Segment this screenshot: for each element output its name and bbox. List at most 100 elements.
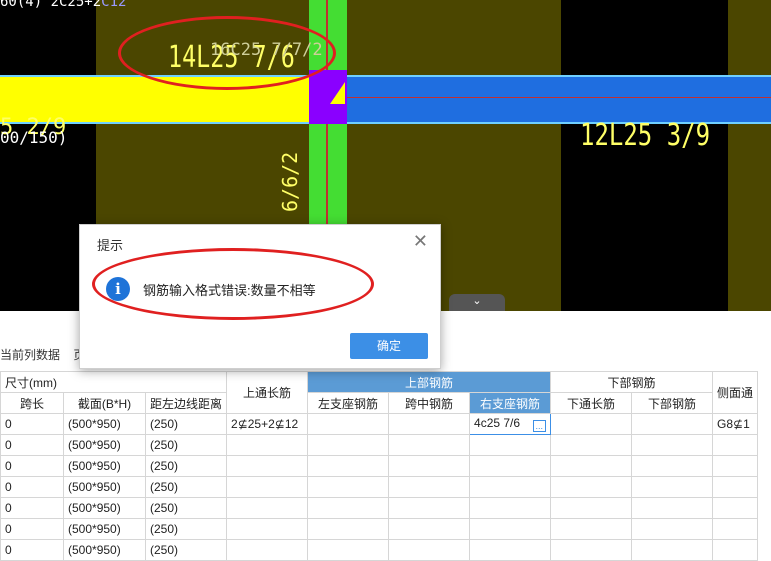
table-row[interactable]: 0 (500*950) (250) [0,434,759,456]
cell-side[interactable] [712,539,759,561]
cell-mid[interactable] [388,413,471,435]
blue-beam[interactable] [330,75,771,124]
cell-right[interactable]: 4c25 7/6... [469,413,552,435]
cell-top-through[interactable] [226,539,309,561]
cell-side[interactable] [712,455,759,477]
col-section-header[interactable]: 截面(B*H) [63,392,146,414]
cell-bot[interactable] [631,518,714,540]
cell-top-through[interactable] [226,434,309,456]
table-row[interactable]: 0 (500*950) (250) [0,539,759,561]
bottom-rebar-group-header[interactable]: 下部钢筋 [550,371,714,393]
cell-top-through[interactable] [226,518,309,540]
col-bottom-rebar-header[interactable]: 下部钢筋 [631,392,714,414]
cell-mid[interactable] [388,518,471,540]
cell-span[interactable]: 0 [0,539,64,561]
header-row-2: 跨长 截面(B*H) 距左边线距离 左支座钢筋 跨中钢筋 右支座钢筋 下通长筋 … [0,392,758,414]
cell-bot[interactable] [631,539,714,561]
cell-section[interactable]: (500*950) [63,434,146,456]
cell-span[interactable]: 0 [0,455,64,477]
top-rebar-group-header[interactable]: 上部钢筋 [307,371,552,393]
cell-span[interactable]: 0 [0,497,64,519]
cell-top-through[interactable] [226,497,309,519]
cell-right[interactable] [469,476,552,498]
cell-right[interactable] [469,539,552,561]
cell-left[interactable] [307,518,390,540]
col-dist-header[interactable]: 距左边线距离 [144,392,228,414]
collapse-tab[interactable]: ⌄ [449,294,505,311]
cell-mid[interactable] [388,476,471,498]
cell-bot[interactable] [631,497,714,519]
cell-right[interactable] [469,455,552,477]
cell-dist[interactable]: (250) [144,455,228,477]
col-midspan-header[interactable]: 跨中钢筋 [388,392,471,414]
beam-center-line [330,97,771,98]
cell-side[interactable] [712,434,759,456]
cell-top-through[interactable]: 2⊈25+2⊈12 [226,413,309,435]
table-row[interactable]: 0 (500*950) (250) 2⊈25+2⊈12 4c25 7/6... G8⊈1 [0,413,759,435]
table-row[interactable]: 0 (500*950) (250) [0,518,759,540]
right-support-value[interactable]: 4c25 7/6 [474,416,520,430]
cell-span[interactable]: 0 [0,518,64,540]
cell-section[interactable]: (500*950) [63,455,146,477]
cell-span[interactable]: 0 [0,413,64,435]
cell-right[interactable] [469,497,552,519]
cell-section[interactable]: (500*950) [63,518,146,540]
cell-section[interactable]: (500*950) [63,497,146,519]
table-row[interactable]: 0 (500*950) (250) [0,455,759,477]
cell-left[interactable] [307,455,390,477]
cell-left[interactable] [307,434,390,456]
cell-side[interactable] [712,497,759,519]
cell-bot-through[interactable] [550,413,633,435]
cell-bot[interactable] [631,413,714,435]
cell-right[interactable] [469,434,552,456]
cell-dist[interactable]: (250) [144,539,228,561]
side-group-header[interactable]: 侧面通 [712,371,759,414]
cell-bot-through[interactable] [550,539,633,561]
cell-right[interactable] [469,518,552,540]
cell-dist[interactable]: (250) [144,434,228,456]
cell-bot[interactable] [631,455,714,477]
col-span-header[interactable]: 跨长 [0,392,64,414]
cell-dist[interactable]: (250) [144,497,228,519]
cell-bot[interactable] [631,476,714,498]
cell-edit-button[interactable]: ... [532,420,547,432]
size-group-header: 尺寸(mm) [0,371,228,393]
table-row[interactable]: 0 (500*950) (250) [0,476,759,498]
cell-bot-through[interactable] [550,476,633,498]
ok-button[interactable]: 确定 [350,333,428,359]
cell-bot-through[interactable] [550,497,633,519]
cell-mid[interactable] [388,497,471,519]
cell-bot-through[interactable] [550,455,633,477]
cell-side[interactable]: G8⊈1 [712,413,759,435]
cell-top-through[interactable] [226,455,309,477]
top-through-header[interactable]: 上通长筋 [226,371,309,414]
cell-left[interactable] [307,476,390,498]
cell-section[interactable]: (500*950) [63,413,146,435]
cell-dist[interactable]: (250) [144,476,228,498]
cell-mid[interactable] [388,539,471,561]
table-row[interactable]: 0 (500*950) (250) [0,497,759,519]
toolbar-current-column[interactable]: 当前列数据 [0,348,60,362]
cell-bot-through[interactable] [550,518,633,540]
cell-dist[interactable]: (250) [144,413,228,435]
cell-section[interactable]: (500*950) [63,476,146,498]
cell-bot[interactable] [631,434,714,456]
cell-left[interactable] [307,539,390,561]
cell-span[interactable]: 0 [0,434,64,456]
col-bottom-through-header[interactable]: 下通长筋 [550,392,633,414]
cell-section[interactable]: (500*950) [63,539,146,561]
cell-left[interactable] [307,413,390,435]
cell-side[interactable] [712,476,759,498]
cell-dist[interactable]: (250) [144,518,228,540]
col-right-support-header[interactable]: 右支座钢筋 [469,392,552,414]
col-left-support-header[interactable]: 左支座钢筋 [307,392,390,414]
annotation-ellipse-top [118,16,336,90]
cell-side[interactable] [712,518,759,540]
cell-span[interactable]: 0 [0,476,64,498]
cell-mid[interactable] [388,434,471,456]
close-icon[interactable]: ✕ [413,231,428,252]
cell-left[interactable] [307,497,390,519]
cell-top-through[interactable] [226,476,309,498]
cell-bot-through[interactable] [550,434,633,456]
cell-mid[interactable] [388,455,471,477]
